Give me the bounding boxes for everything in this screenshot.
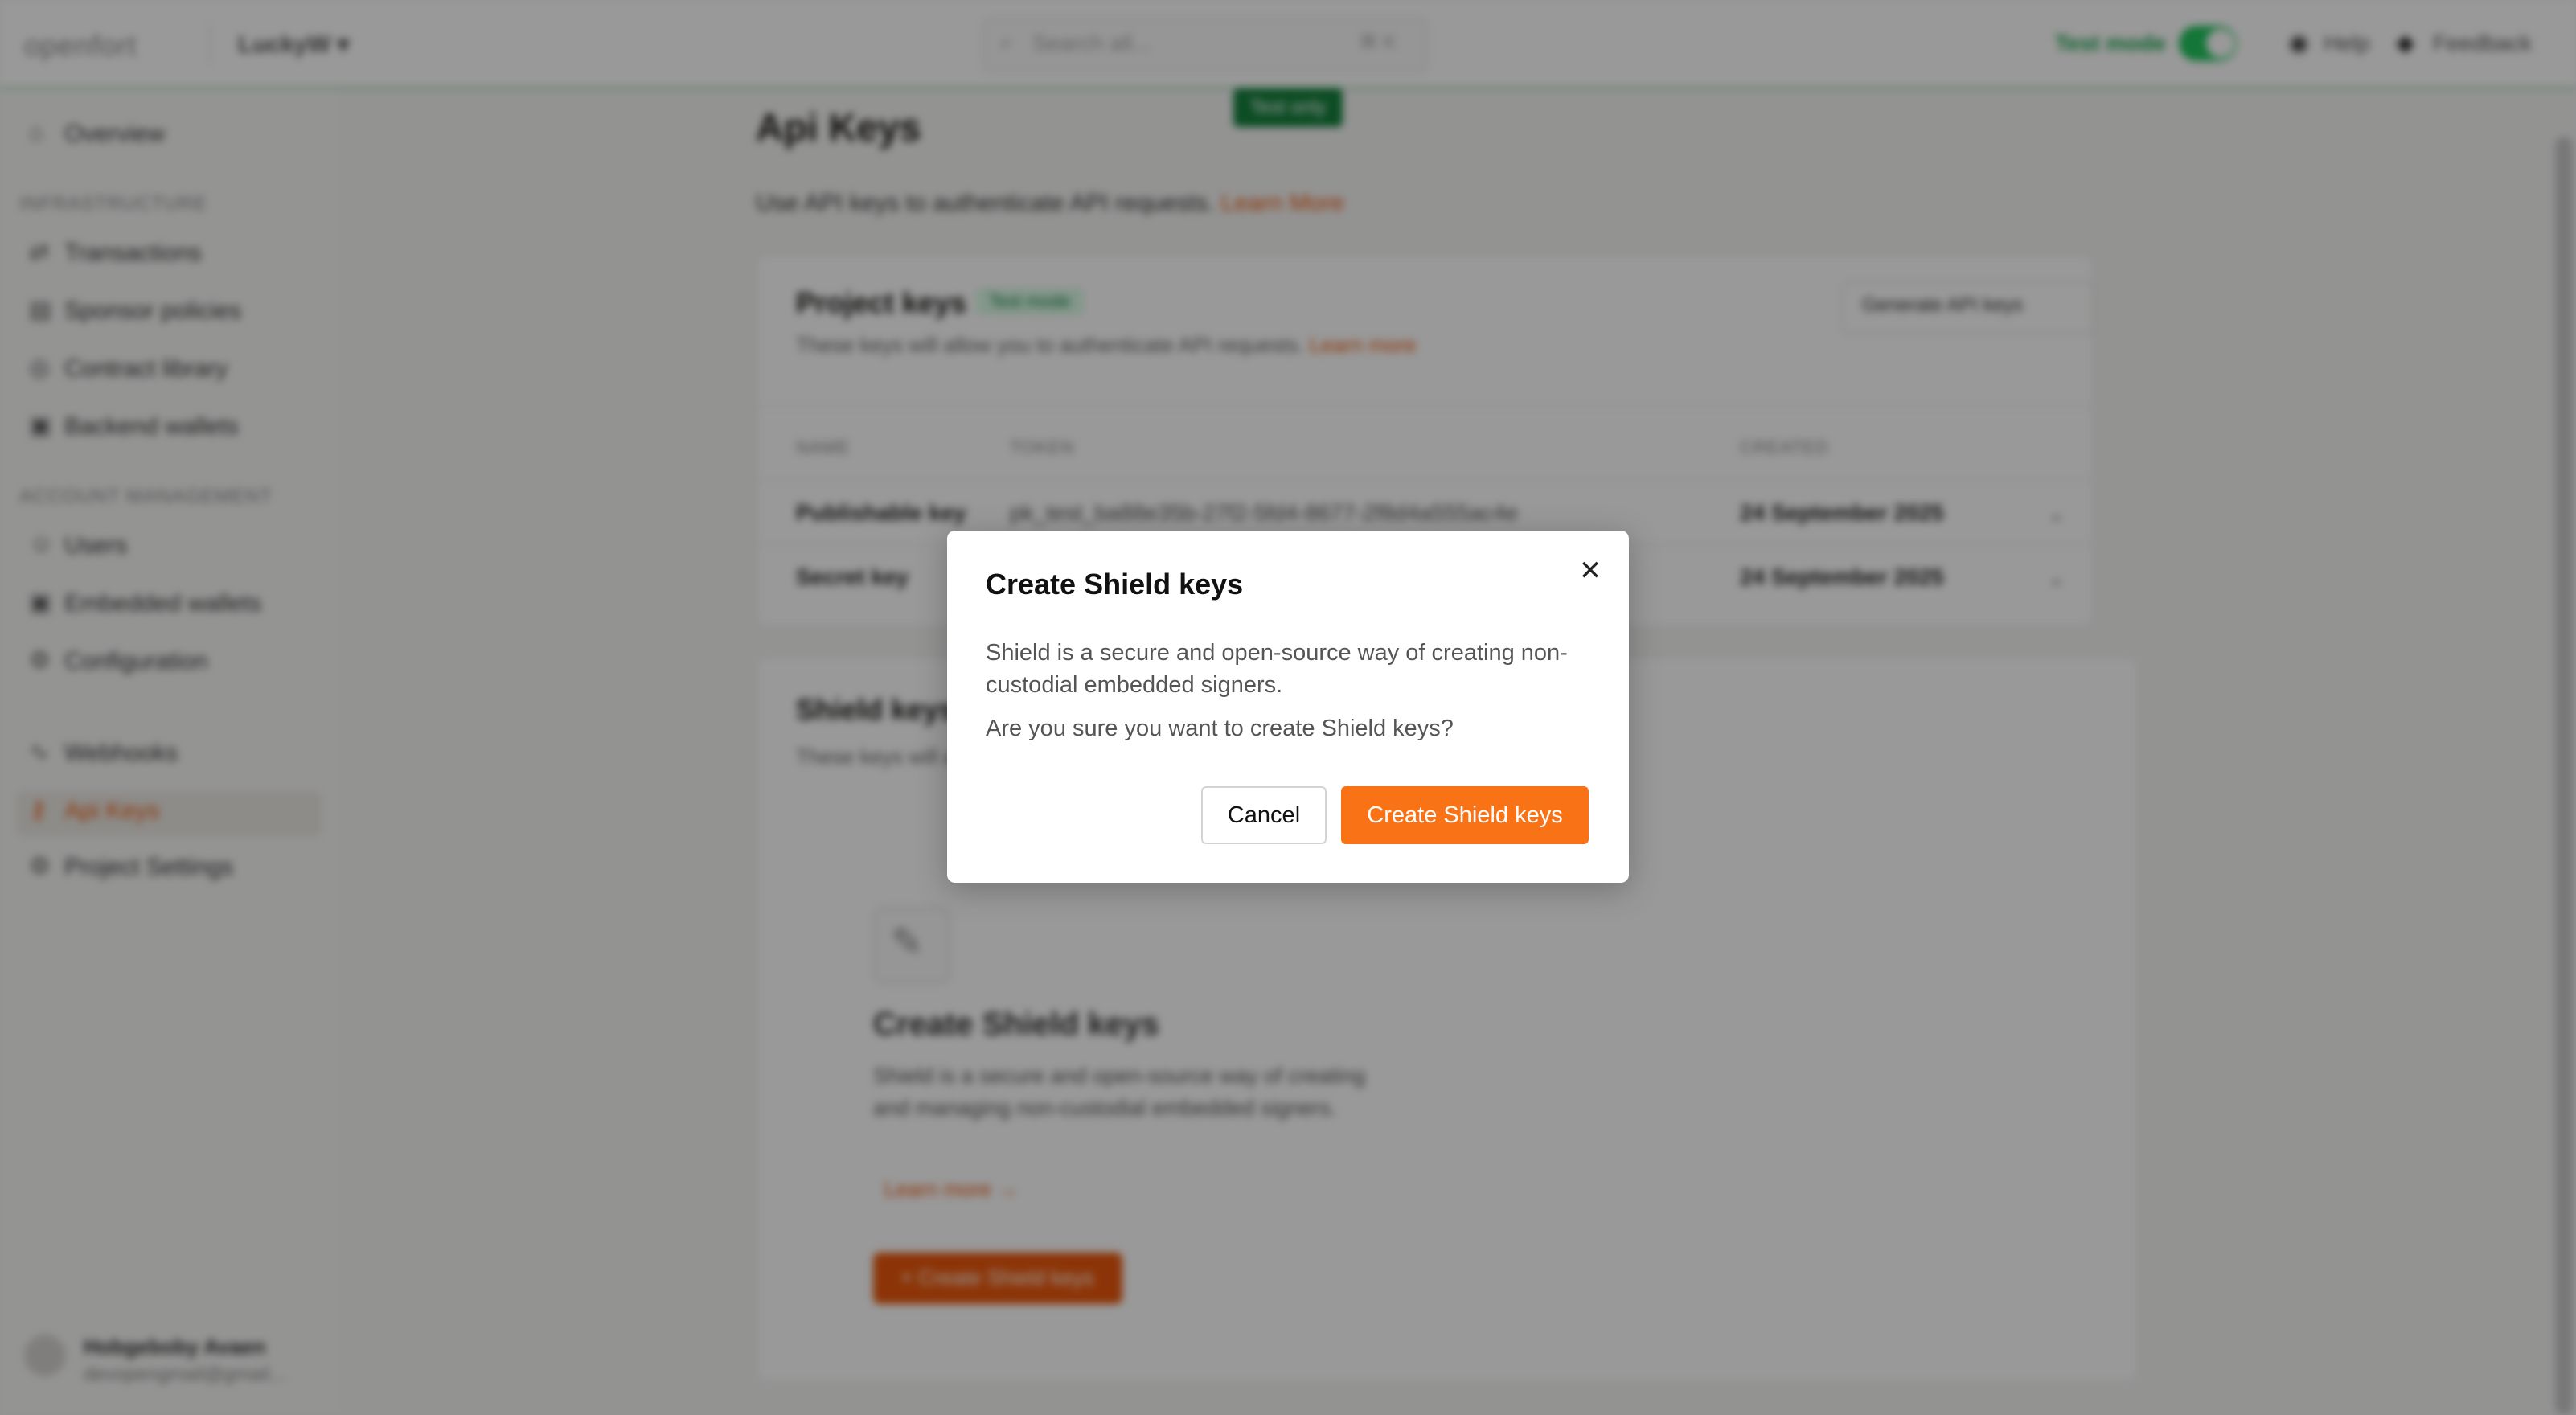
dialog-confirm-question: Are you sure you want to create Shield k… [986, 716, 1454, 741]
cancel-button[interactable]: Cancel [1201, 786, 1327, 844]
close-icon[interactable]: ✕ [1574, 555, 1606, 587]
create-shield-keys-button[interactable]: Create Shield keys [1341, 786, 1589, 844]
dialog-title: Create Shield keys [986, 568, 1244, 601]
dialog-description: Shield is a secure and open-source way o… [986, 640, 1568, 698]
